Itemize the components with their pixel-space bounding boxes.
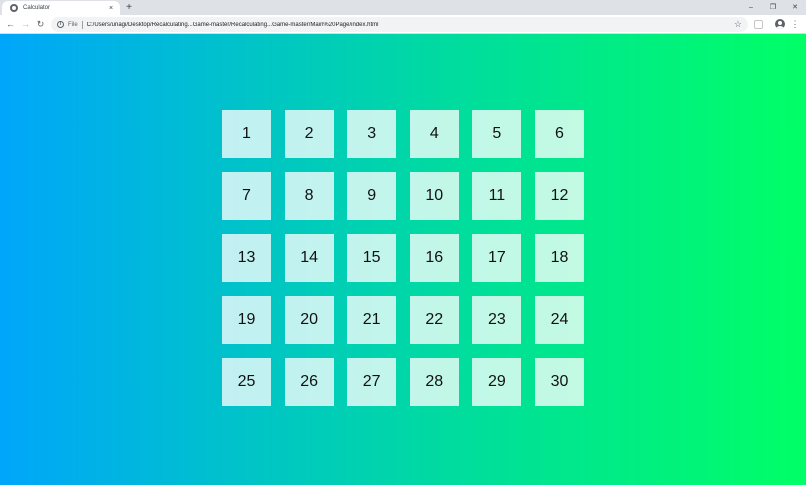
globe-icon: [10, 4, 18, 12]
url-text[interactable]: C:/Users/unagi/Desktop/Recalculating...G…: [87, 22, 734, 28]
level-grid: 1 2 3 4 5 6 7 8 9 10 11 12 13 14 15 16 1…: [222, 110, 584, 406]
level-button[interactable]: 9: [347, 172, 397, 220]
level-button[interactable]: 15: [347, 234, 397, 282]
address-bar[interactable]: i File C:/Users/unagi/Desktop/Recalculat…: [51, 17, 748, 32]
back-button[interactable]: ←: [4, 18, 17, 31]
reload-button[interactable]: ↻: [34, 18, 47, 31]
level-button[interactable]: 11: [472, 172, 522, 220]
level-button[interactable]: 8: [284, 172, 334, 220]
restore-button[interactable]: ❐: [762, 0, 784, 15]
level-button[interactable]: 21: [347, 296, 397, 344]
profile-icon[interactable]: [775, 19, 785, 29]
browser-toolbar: ← → ↻ i File C:/Users/unagi/Desktop/Reca…: [0, 15, 806, 34]
level-button[interactable]: 12: [534, 172, 584, 220]
level-button[interactable]: 5: [472, 110, 522, 158]
level-button[interactable]: 10: [409, 172, 459, 220]
level-button[interactable]: 3: [347, 110, 397, 158]
level-button[interactable]: 7: [222, 172, 271, 220]
extension-icon[interactable]: [754, 20, 763, 29]
level-button[interactable]: 4: [409, 110, 459, 158]
scheme-label: File: [68, 21, 78, 28]
level-button[interactable]: 6: [534, 110, 584, 158]
level-button[interactable]: 14: [284, 234, 334, 282]
close-window-button[interactable]: ✕: [784, 0, 806, 15]
page-viewport: 1 2 3 4 5 6 7 8 9 10 11 12 13 14 15 16 1…: [0, 34, 806, 485]
browser-tab[interactable]: Calculator ×: [2, 1, 120, 15]
info-icon[interactable]: i: [57, 21, 64, 28]
level-button[interactable]: 13: [222, 234, 271, 282]
level-button[interactable]: 29: [472, 358, 522, 406]
level-button[interactable]: 23: [472, 296, 522, 344]
level-button[interactable]: 22: [409, 296, 459, 344]
tab-close-button[interactable]: ×: [106, 3, 116, 13]
new-tab-button[interactable]: +: [123, 2, 135, 14]
level-button[interactable]: 26: [284, 358, 334, 406]
level-button[interactable]: 25: [222, 358, 271, 406]
level-button[interactable]: 18: [534, 234, 584, 282]
level-button[interactable]: 28: [409, 358, 459, 406]
browser-tab-strip: Calculator × + – ❐ ✕: [0, 0, 806, 15]
url-separator: [81, 20, 83, 29]
level-button[interactable]: 30: [534, 358, 584, 406]
kebab-menu-icon[interactable]: ⋮: [791, 18, 800, 31]
star-icon[interactable]: ☆: [734, 20, 742, 29]
level-button[interactable]: 1: [222, 110, 271, 158]
level-button[interactable]: 24: [534, 296, 584, 344]
minimize-button[interactable]: –: [740, 0, 762, 15]
level-button[interactable]: 19: [222, 296, 271, 344]
level-button[interactable]: 27: [347, 358, 397, 406]
level-button[interactable]: 20: [284, 296, 334, 344]
level-button[interactable]: 2: [284, 110, 334, 158]
level-button[interactable]: 16: [409, 234, 459, 282]
level-button[interactable]: 17: [472, 234, 522, 282]
forward-button[interactable]: →: [19, 18, 32, 31]
tab-title: Calculator: [23, 5, 51, 11]
